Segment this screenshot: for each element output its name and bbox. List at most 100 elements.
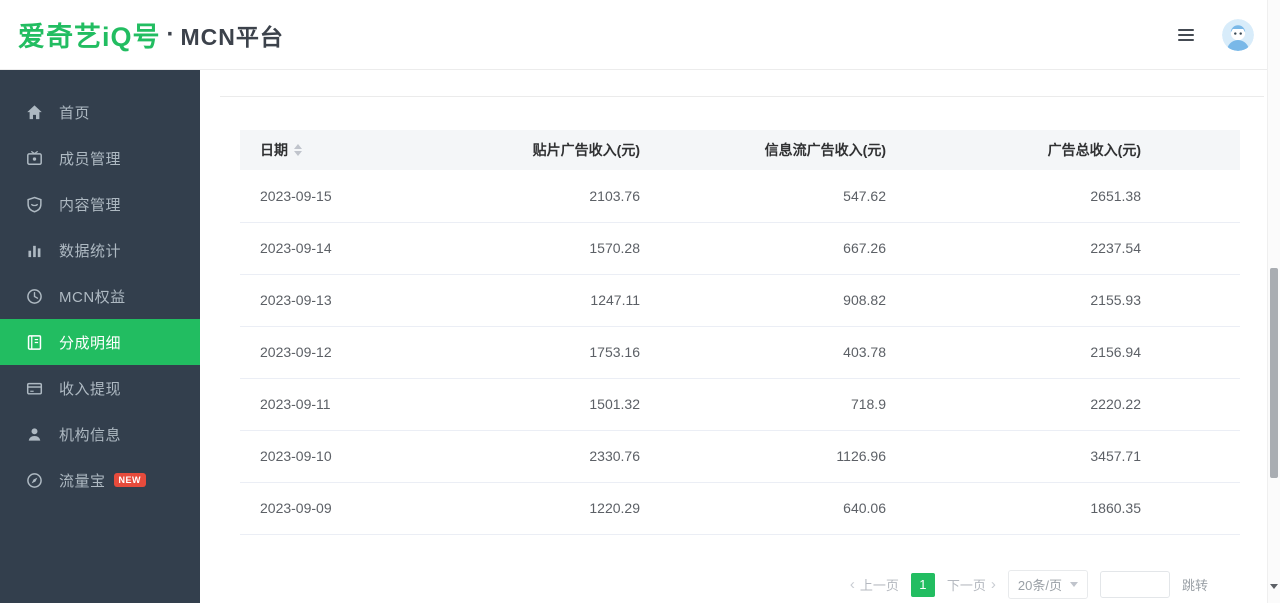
table-row: 2023-09-09 1220.29 640.06 1860.35 <box>240 482 1240 534</box>
cell-preroll-revenue: 1501.32 <box>500 378 640 430</box>
cell-feed-revenue: 718.9 <box>640 378 886 430</box>
cell-feed-revenue: 547.62 <box>640 170 886 222</box>
cell-total-revenue: 2155.93 <box>886 274 1240 326</box>
page-size-select[interactable]: 20条/页 <box>1008 570 1088 599</box>
cell-date: 2023-09-12 <box>240 326 500 378</box>
logo-brand-text: 爱奇艺iQ号 <box>18 15 161 54</box>
pagination: ‹ 上一页 1 下一页 › 20条/页 跳转 <box>850 570 1208 599</box>
user-icon <box>26 426 43 443</box>
sidebar-item-label: 内容管理 <box>59 194 121 215</box>
members-icon <box>26 150 43 167</box>
sidebar-item-label: 首页 <box>59 102 90 123</box>
next-page-button[interactable]: 下一页 › <box>947 575 996 594</box>
table-row: 2023-09-12 1753.16 403.78 2156.94 <box>240 326 1240 378</box>
cell-total-revenue: 1860.35 <box>886 482 1240 534</box>
cell-feed-revenue: 403.78 <box>640 326 886 378</box>
revenue-table: 日期 贴片广告收入(元) 信息流广告收入(元) 广告总收入(元) 2023-09… <box>240 130 1240 535</box>
scrollbar-track[interactable] <box>1267 0 1280 603</box>
jump-label: 跳转 <box>1182 575 1208 594</box>
column-header-date: 日期 <box>240 130 500 170</box>
menu-icon[interactable] <box>1178 29 1194 41</box>
cell-date: 2023-09-15 <box>240 170 500 222</box>
cell-total-revenue: 2237.54 <box>886 222 1240 274</box>
current-page-button[interactable]: 1 <box>911 573 935 597</box>
table-header-row: 日期 贴片广告收入(元) 信息流广告收入(元) 广告总收入(元) <box>240 130 1240 170</box>
table-row: 2023-09-13 1247.11 908.82 2155.93 <box>240 274 1240 326</box>
clock-icon <box>26 288 43 305</box>
logo-product-text: MCN平台 <box>181 18 284 52</box>
cell-total-revenue: 2651.38 <box>886 170 1240 222</box>
prev-arrow-icon: ‹ <box>850 577 855 592</box>
column-header-preroll: 贴片广告收入(元) <box>500 130 640 170</box>
logo-separator: · <box>167 21 175 49</box>
main-content: 日期 贴片广告收入(元) 信息流广告收入(元) 广告总收入(元) 2023-09… <box>200 70 1280 603</box>
column-header-feed: 信息流广告收入(元) <box>640 130 886 170</box>
sidebar-item-withdraw[interactable]: 收入提现 <box>0 365 200 411</box>
cell-feed-revenue: 667.26 <box>640 222 886 274</box>
shield-icon <box>26 196 43 213</box>
app-logo: 爱奇艺iQ号 · MCN平台 <box>0 15 284 54</box>
sort-carets-icon <box>294 144 302 156</box>
sidebar-item-home[interactable]: 首页 <box>0 89 200 135</box>
next-page-label: 下一页 <box>947 575 986 594</box>
scrollbar-down-arrow-icon[interactable] <box>1270 584 1278 589</box>
top-header: 爱奇艺iQ号 · MCN平台 <box>0 0 1280 70</box>
cell-feed-revenue: 640.06 <box>640 482 886 534</box>
cell-feed-revenue: 1126.96 <box>640 430 886 482</box>
chevron-down-icon <box>1070 582 1078 587</box>
ledger-icon <box>26 334 43 351</box>
cell-date: 2023-09-10 <box>240 430 500 482</box>
cell-date: 2023-09-13 <box>240 274 500 326</box>
sidebar-item-label: 收入提现 <box>59 378 121 399</box>
column-header-total: 广告总收入(元) <box>886 130 1240 170</box>
sidebar-item-label: 机构信息 <box>59 424 121 445</box>
avatar-icon <box>1222 19 1254 51</box>
sidebar-item-mcn-rights[interactable]: MCN权益 <box>0 273 200 319</box>
date-sort-control[interactable]: 日期 <box>260 140 302 160</box>
prev-page-label: 上一页 <box>860 575 899 594</box>
next-arrow-icon: › <box>991 577 996 592</box>
table-row: 2023-09-14 1570.28 667.26 2237.54 <box>240 222 1240 274</box>
cell-feed-revenue: 908.82 <box>640 274 886 326</box>
sidebar-item-label: MCN权益 <box>59 286 126 307</box>
sidebar-item-label: 分成明细 <box>59 332 121 353</box>
cell-preroll-revenue: 1247.11 <box>500 274 640 326</box>
sidebar-item-revenue-share[interactable]: 分成明细 <box>0 319 200 365</box>
sidebar-item-members[interactable]: 成员管理 <box>0 135 200 181</box>
cell-date: 2023-09-14 <box>240 222 500 274</box>
cell-preroll-revenue: 1570.28 <box>500 222 640 274</box>
sidebar-item-org-info[interactable]: 机构信息 <box>0 411 200 457</box>
home-icon <box>26 104 43 121</box>
prev-page-button[interactable]: ‹ 上一页 <box>850 575 899 594</box>
cell-preroll-revenue: 1220.29 <box>500 482 640 534</box>
cell-preroll-revenue: 2330.76 <box>500 430 640 482</box>
sidebar-item-content[interactable]: 内容管理 <box>0 181 200 227</box>
scrollbar-thumb[interactable] <box>1270 268 1278 478</box>
sidebar-item-label: 成员管理 <box>59 148 121 169</box>
jump-page-input[interactable] <box>1100 571 1170 598</box>
new-badge: NEW <box>114 473 147 487</box>
cell-date: 2023-09-09 <box>240 482 500 534</box>
card-icon <box>26 380 43 397</box>
page-size-label: 20条/页 <box>1018 575 1062 594</box>
column-header-date-label: 日期 <box>260 140 288 160</box>
cell-total-revenue: 2156.94 <box>886 326 1240 378</box>
table-row: 2023-09-15 2103.76 547.62 2651.38 <box>240 170 1240 222</box>
cell-preroll-revenue: 1753.16 <box>500 326 640 378</box>
content-divider <box>220 96 1264 97</box>
cell-date: 2023-09-11 <box>240 378 500 430</box>
compass-icon <box>26 472 43 489</box>
sidebar-item-label: 数据统计 <box>59 240 121 261</box>
sidebar-item-traffic[interactable]: 流量宝 NEW <box>0 457 200 503</box>
chart-icon <box>26 242 43 259</box>
sidebar-menu: 首页 成员管理 内容管理 数据统计 MCN权益 分成明细 收入提现 机构信息 流… <box>0 89 200 503</box>
cell-total-revenue: 2220.22 <box>886 378 1240 430</box>
table-row: 2023-09-10 2330.76 1126.96 3457.71 <box>240 430 1240 482</box>
header-actions <box>1178 0 1254 70</box>
sidebar-item-stats[interactable]: 数据统计 <box>0 227 200 273</box>
user-avatar[interactable] <box>1222 19 1254 51</box>
table-row: 2023-09-11 1501.32 718.9 2220.22 <box>240 378 1240 430</box>
sidebar-item-label: 流量宝 <box>59 470 106 491</box>
sidebar-nav: 首页 成员管理 内容管理 数据统计 MCN权益 分成明细 收入提现 机构信息 流… <box>0 70 200 603</box>
cell-total-revenue: 3457.71 <box>886 430 1240 482</box>
